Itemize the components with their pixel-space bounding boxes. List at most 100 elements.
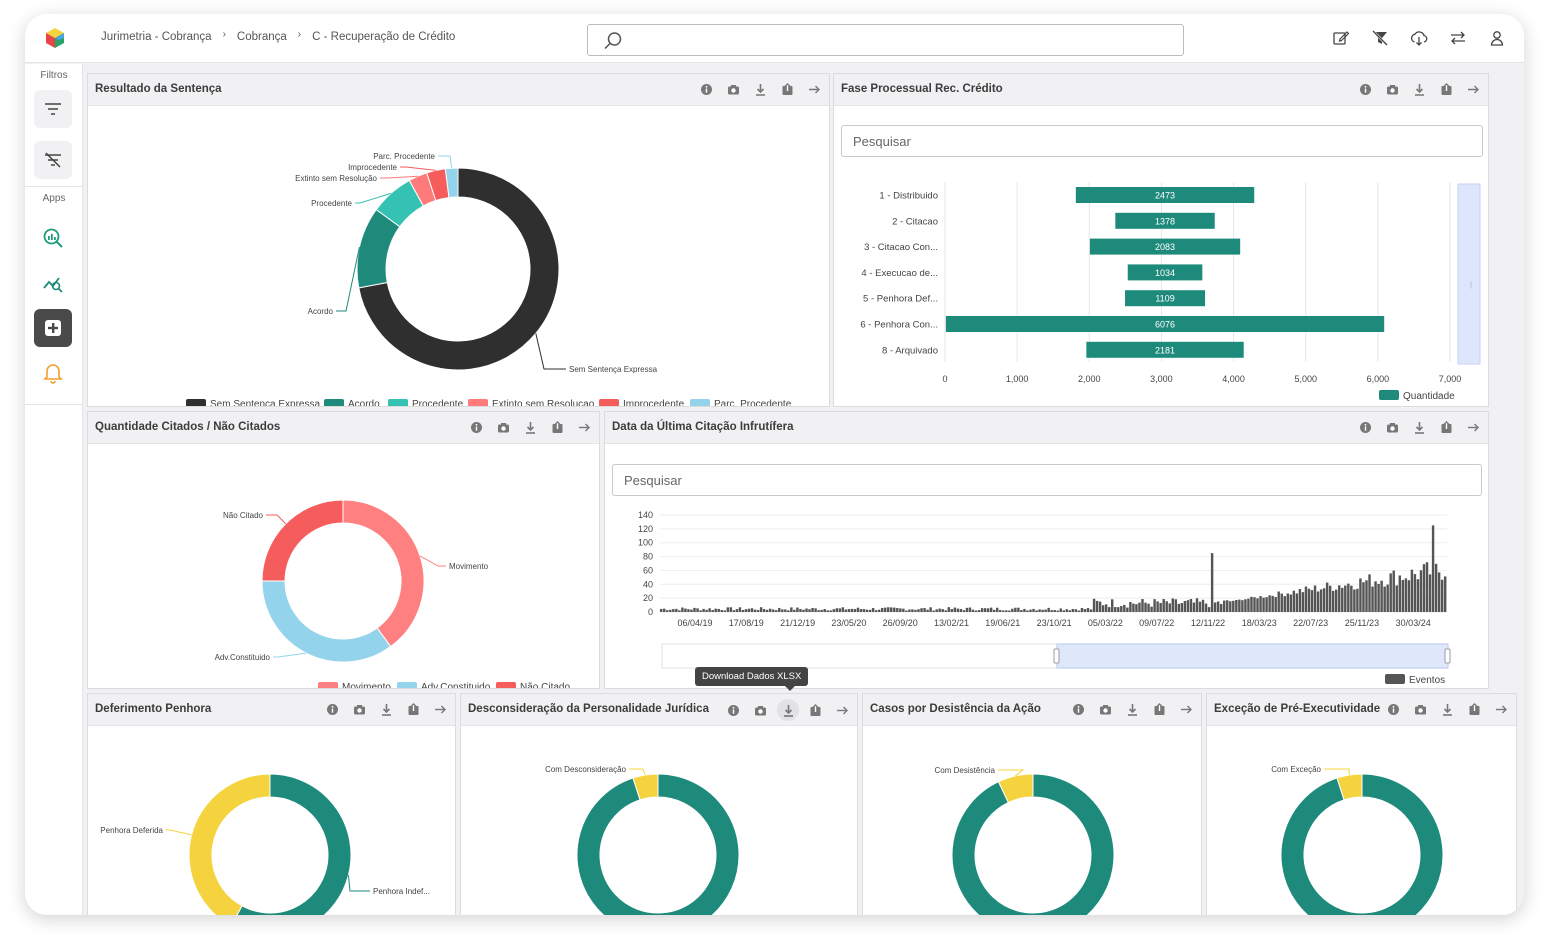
swap-icon[interactable] — [1449, 29, 1467, 47]
download-icon[interactable] — [777, 699, 799, 721]
bar — [1017, 607, 1020, 612]
arrow-right-icon[interactable] — [1180, 703, 1193, 716]
camera-icon[interactable] — [754, 704, 767, 717]
x-tick-label: 23/05/20 — [831, 618, 866, 628]
bar — [672, 609, 675, 612]
label-connector — [266, 514, 287, 525]
bar — [1407, 580, 1411, 612]
bar — [1201, 599, 1205, 612]
label-connector — [535, 333, 566, 370]
bar — [826, 610, 829, 612]
breadcrumb-item[interactable]: Cobrança — [237, 31, 287, 43]
info-icon[interactable] — [1359, 421, 1372, 434]
arrow-right-icon[interactable] — [434, 703, 447, 716]
x-tick-label: 30/03/24 — [1396, 618, 1431, 628]
panel-header: Desconsideração da Personalidade Jurídic… — [461, 694, 857, 726]
slice-label: Improcedente — [348, 163, 397, 172]
user-icon[interactable] — [1488, 29, 1506, 47]
app-analytics-button[interactable] — [34, 219, 72, 257]
download-icon[interactable] — [1441, 703, 1454, 716]
bar — [711, 610, 714, 612]
arrow-right-icon[interactable] — [578, 421, 591, 434]
panel-header: Fase Processual Rec. Crédito — [834, 74, 1488, 106]
app-add-button[interactable] — [34, 309, 72, 347]
bar — [1020, 610, 1023, 612]
download-icon[interactable] — [754, 83, 767, 96]
bar — [1304, 586, 1308, 612]
info-icon[interactable] — [1359, 83, 1372, 96]
export-icon[interactable] — [1440, 83, 1453, 96]
info-icon[interactable] — [1072, 703, 1085, 716]
bar — [1238, 599, 1241, 612]
bar — [820, 609, 823, 612]
bar — [714, 608, 717, 612]
app-alerts-button[interactable] — [34, 354, 72, 392]
bar — [1298, 589, 1302, 612]
export-icon[interactable] — [1153, 703, 1166, 716]
edit-icon[interactable] — [1332, 29, 1350, 47]
camera-icon[interactable] — [1386, 83, 1399, 96]
export-icon[interactable] — [781, 83, 794, 96]
bar — [950, 609, 954, 612]
bar — [1032, 608, 1035, 612]
bar — [811, 607, 814, 612]
download-icon[interactable] — [524, 421, 537, 434]
bar-value-label: 1378 — [1155, 216, 1175, 226]
camera-icon[interactable] — [353, 703, 366, 716]
app-trend-button[interactable] — [34, 264, 72, 302]
clear-filters-button[interactable] — [34, 141, 72, 179]
panel-title: Desconsideração da Personalidade Jurídic… — [468, 703, 709, 715]
download-icon[interactable] — [380, 703, 393, 716]
x-tick-label: 22/07/23 — [1293, 618, 1328, 628]
bar — [1277, 591, 1280, 612]
export-icon[interactable] — [1468, 703, 1481, 716]
breadcrumb-item[interactable]: Jurimetria - Cobrança — [101, 31, 212, 43]
bar — [899, 608, 902, 612]
x-tick-label: 05/03/22 — [1088, 618, 1123, 628]
bar — [1041, 609, 1044, 612]
camera-icon[interactable] — [1099, 703, 1112, 716]
bar — [850, 608, 854, 612]
info-icon[interactable] — [326, 703, 339, 716]
camera-icon[interactable] — [497, 421, 510, 434]
bar-value-label: 2083 — [1155, 242, 1175, 252]
filter-button[interactable] — [34, 90, 72, 128]
info-icon[interactable] — [470, 421, 483, 434]
arrow-right-icon[interactable] — [1467, 421, 1480, 434]
global-search-input[interactable] — [587, 24, 1184, 56]
bar — [1117, 607, 1120, 612]
download-icon[interactable] — [1413, 421, 1426, 434]
arrow-right-icon[interactable] — [808, 83, 821, 96]
camera-icon[interactable] — [1386, 421, 1399, 434]
bar — [1141, 599, 1144, 612]
bar — [1180, 603, 1184, 612]
bar — [1353, 589, 1356, 612]
cloud-download-icon[interactable] — [1410, 29, 1428, 47]
arrow-right-icon[interactable] — [1495, 703, 1508, 716]
bar — [1126, 607, 1129, 612]
info-icon[interactable] — [1387, 703, 1400, 716]
export-icon[interactable] — [1440, 421, 1453, 434]
legend-label: Extinto sem Resolucao — [492, 399, 595, 407]
export-icon[interactable] — [551, 421, 564, 434]
download-icon[interactable] — [1413, 83, 1426, 96]
camera-icon[interactable] — [727, 83, 740, 96]
panel-header: Data da Última Citação Infrutífera — [605, 412, 1488, 444]
legend-swatch — [690, 399, 710, 406]
arrow-right-icon[interactable] — [1467, 83, 1480, 96]
info-icon[interactable] — [700, 83, 713, 96]
clear-filter-icon[interactable] — [1371, 29, 1389, 47]
breadcrumb-item[interactable]: C - Recuperação de Crédito — [312, 31, 455, 43]
bar-value-label: 1109 — [1155, 294, 1174, 304]
bar — [1183, 601, 1187, 612]
camera-icon[interactable] — [1414, 703, 1427, 716]
arrow-right-icon[interactable] — [836, 704, 849, 717]
export-icon[interactable] — [407, 703, 420, 716]
download-icon[interactable] — [1126, 703, 1139, 716]
bar — [977, 610, 981, 612]
slice-label: Não Citado — [223, 511, 264, 520]
info-icon[interactable] — [727, 704, 740, 717]
export-icon[interactable] — [809, 703, 822, 717]
panel-header: Exceção de Pré-Executividade — [1207, 694, 1516, 726]
x-tick-label: 26/09/20 — [883, 618, 918, 628]
